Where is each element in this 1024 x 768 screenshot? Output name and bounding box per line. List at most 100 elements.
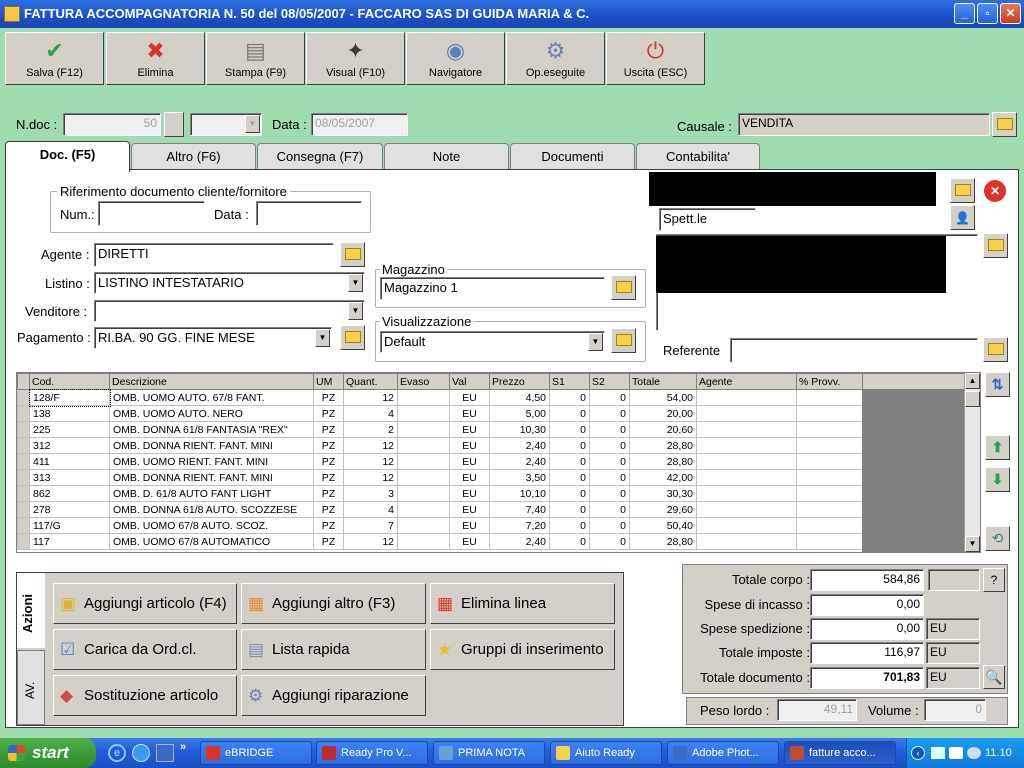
table-cell[interactable] [696,405,797,422]
quicklaunch-more-icon[interactable]: » [180,741,186,753]
table-row[interactable]: 312 OMB. DONNA RIENT. FANT. MINI PZ 12 EU 2,4… [17,437,965,454]
table-cell[interactable]: OMB. UOMO 67/8 AUTOMATICO [109,533,314,550]
reorder-button[interactable]: ⇅ [985,372,1010,397]
table-cell[interactable] [696,517,797,534]
venditore-select[interactable]: ▼ [94,300,365,322]
row-selector[interactable] [17,469,30,486]
table-cell[interactable] [397,453,450,470]
table-cell[interactable]: EU [449,533,490,550]
scroll-down-icon[interactable]: ▼ [965,536,980,552]
table-cell[interactable]: 0 [589,533,630,550]
table-cell[interactable]: 0 [549,501,590,518]
help-button[interactable]: ? [983,568,1005,592]
table-cell[interactable]: 42,00 [629,469,697,486]
taskbar-item[interactable]: Ready Pro V... [316,741,428,765]
table-cell[interactable] [696,533,797,550]
tray-expand-icon[interactable]: ‹ [911,746,925,760]
table-cell[interactable] [397,533,450,550]
scroll-thumb[interactable] [965,391,980,407]
table-cell[interactable]: EU [449,517,490,534]
rif-data-field[interactable] [256,201,362,226]
aggiungi-articolo-button[interactable]: ▣ Aggiungi articolo (F4) [53,583,237,624]
table-cell[interactable]: 4 [343,405,398,422]
table-cell[interactable]: 313 [29,469,110,486]
table-cell[interactable]: 28,80 [629,437,697,454]
desktop-icon[interactable] [156,744,174,762]
table-row[interactable]: 138 OMB. UOMO AUTO. NERO PZ 4 EU 5,00 0 0 20,00 [17,405,965,422]
taskbar-item[interactable]: fatture acco... [784,741,896,765]
table-cell[interactable]: 0 [549,453,590,470]
referente-folder-button[interactable] [983,337,1008,362]
table-cell[interactable] [696,421,797,438]
table-cell[interactable]: 3,50 [489,469,550,486]
antivirus-icon[interactable] [949,747,963,759]
table-cell[interactable]: 12 [343,453,398,470]
column-header[interactable]: % Provv. [796,373,863,390]
zoom-totals-button[interactable]: 🔍 [983,665,1005,689]
aggiungi-altro-button[interactable]: ▦ Aggiungi altro (F3) [241,583,426,624]
elimina-toolbar-button[interactable]: ✖ Elimina [106,32,205,85]
table-cell[interactable]: OMB. UOMO RIENT. FANT. MINI [109,453,314,470]
table-cell[interactable] [796,533,863,550]
row-selector[interactable] [17,437,30,454]
table-cell[interactable]: OMB. UOMO 67/8 AUTO. SCOZ. [109,517,314,534]
table-cell[interactable] [397,405,450,422]
table-cell[interactable]: PZ [313,517,344,534]
table-row[interactable]: 128/F OMB. UOMO AUTO. 67/8 FANT. PZ 12 EU 4,5… [17,388,965,407]
table-cell[interactable]: 12 [343,469,398,486]
taskbar-item[interactable]: eBRIDGE [200,741,312,765]
column-header[interactable]: Descrizione [109,373,314,390]
table-row[interactable]: 862 OMB. D. 61/8 AUTO FANT LIGHT PZ 3 EU 10,1… [17,485,965,502]
sostituzione-articolo-button[interactable]: ◆ Sostituzione articolo [53,675,237,716]
table-cell[interactable]: 28,80 [629,533,697,550]
elimina-linea-button[interactable]: ▦ Elimina linea [430,583,615,624]
row-selector[interactable] [17,405,30,422]
table-row[interactable]: 117 OMB. UOMO 67/8 AUTOMATICO PZ 12 EU 2,40 0 0… [17,533,965,550]
column-header[interactable]: Cod. [29,373,110,390]
table-cell[interactable]: OMB. UOMO AUTO. NERO [109,405,314,422]
row-selector[interactable] [17,453,30,470]
table-cell[interactable] [696,485,797,502]
table-cell[interactable]: 0 [589,469,630,486]
table-cell[interactable]: 0 [589,501,630,518]
row-selector[interactable] [17,533,30,550]
table-cell[interactable]: 0 [549,421,590,438]
minimize-button[interactable]: _ [954,3,975,24]
table-cell[interactable]: 0 [589,453,630,470]
table-cell[interactable] [397,501,450,518]
table-cell[interactable]: 411 [29,453,110,470]
table-cell[interactable]: 0 [549,437,590,454]
table-cell[interactable] [397,485,450,502]
column-header[interactable]: Agente [696,373,797,390]
row-selector[interactable] [17,517,30,534]
table-cell[interactable]: OMB. DONNA 61/8 AUTO. SCOZZESE [109,501,314,518]
table-cell[interactable] [796,485,863,502]
listino-select[interactable]: LISTINO INTESTATARIO ▼ [94,272,365,294]
table-cell[interactable] [397,389,450,406]
magazzino-folder-button[interactable] [611,275,636,300]
table-cell[interactable] [796,421,863,438]
scroll-up-icon[interactable]: ▲ [965,373,980,389]
address-folder-button[interactable] [983,233,1008,258]
row-selector[interactable] [17,501,30,518]
refresh-grid-button[interactable]: ⟲ [985,526,1010,551]
table-cell[interactable]: OMB. DONNA 61/8 FANTASIA "REX" [109,421,314,438]
table-cell[interactable] [796,453,863,470]
column-header[interactable]: Quant. [343,373,398,390]
table-cell[interactable]: EU [449,485,490,502]
table-cell[interactable]: EU [449,437,490,454]
tab-documenti[interactable]: Documenti [510,143,635,170]
visualizzazione-select[interactable]: Default ▼ [380,331,605,353]
spett-field[interactable]: Spett.le [659,208,756,231]
table-cell[interactable]: 29,60 [629,501,697,518]
table-cell[interactable]: OMB. DONNA RIENT. FANT. MINI [109,469,314,486]
table-cell[interactable]: 225 [29,421,110,438]
table-cell[interactable]: 12 [343,389,398,406]
table-cell[interactable]: 7,40 [489,501,550,518]
gruppi-di-inserimento-button[interactable]: ★ Gruppi di inserimento [430,629,615,670]
table-cell[interactable] [696,389,797,406]
table-cell[interactable]: EU [449,389,490,406]
row-selector[interactable] [17,485,30,502]
rif-num-field[interactable] [98,201,205,226]
table-cell[interactable]: EU [449,405,490,422]
